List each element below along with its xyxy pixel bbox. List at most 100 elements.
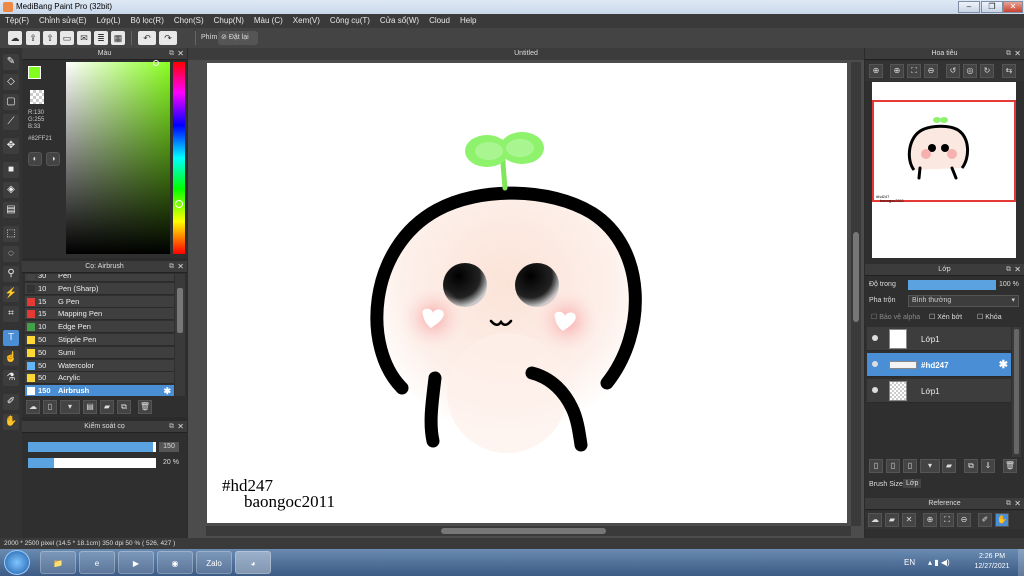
cloud-icon[interactable]: ☁ xyxy=(8,31,22,45)
brush-item[interactable]: 50 Acrylic xyxy=(25,372,174,385)
protect-alpha-checkbox[interactable]: ☐ Bảo vệ alpha xyxy=(871,313,920,321)
reset-button[interactable]: ⊘ Đặt lại xyxy=(218,31,258,45)
zoom-out-icon[interactable]: ⊖ xyxy=(957,513,971,527)
zoom-in2-icon[interactable]: ⊕ xyxy=(890,64,904,78)
move-tool-icon[interactable]: ✥ xyxy=(3,138,19,154)
picker-cursor[interactable] xyxy=(153,60,159,66)
gear-icon[interactable]: ✱ xyxy=(999,358,1008,371)
menu-file[interactable]: Tệp(F) xyxy=(0,14,34,25)
layer-row[interactable]: Lớp1 xyxy=(867,327,1011,351)
browser-taskbar-icon[interactable]: ◉ xyxy=(157,551,193,574)
hand-tool-icon[interactable]: ✋ xyxy=(995,513,1009,527)
delete-layer-icon[interactable]: 🗑 xyxy=(1003,459,1017,473)
dropper-icon[interactable]: ⚗ xyxy=(3,370,19,386)
select-rect-icon[interactable]: ▢ xyxy=(3,94,19,110)
navigator-preview[interactable]: #hd247 baongoc2011 xyxy=(872,82,1016,258)
eyedropper-icon[interactable]: ✐ xyxy=(3,394,19,410)
visibility-eye-icon[interactable] xyxy=(872,335,878,341)
blend-mode-select[interactable]: Bình thường ▾ xyxy=(908,295,1019,307)
cloud-reference-icon[interactable]: ☁ xyxy=(868,513,882,527)
eyedropper-icon[interactable]: ✐ xyxy=(978,513,992,527)
menu-select[interactable]: Chọn(S) xyxy=(169,14,209,25)
menu-color[interactable]: Màu (C) xyxy=(249,14,288,25)
menu-tools[interactable]: Công cụ(T) xyxy=(325,14,375,25)
popout-icon[interactable]: ⧉ xyxy=(169,261,174,273)
clock-date[interactable]: 12/27/2021 xyxy=(968,563,1016,570)
brush-opacity-slider[interactable] xyxy=(28,458,156,468)
brush-size-value[interactable]: 150 xyxy=(159,442,179,452)
medibang-taskbar-icon[interactable]: ◕ xyxy=(235,551,271,574)
popout-icon[interactable]: ⧉ xyxy=(1006,48,1011,60)
comment-icon[interactable]: ▭ xyxy=(60,31,74,45)
layer-folder-icon[interactable]: ▰ xyxy=(942,459,956,473)
layer-list-scrollbar[interactable] xyxy=(1012,327,1021,457)
share-icon[interactable]: ⇧ xyxy=(43,31,57,45)
zalo-taskbar-icon[interactable]: Zalo xyxy=(196,551,232,574)
popout-icon[interactable]: ⧉ xyxy=(169,421,174,433)
brush-list-scrollbar[interactable] xyxy=(175,274,185,396)
foreground-color-swatch[interactable] xyxy=(28,66,41,79)
popout-icon[interactable]: ⧉ xyxy=(1006,498,1011,510)
menu-help[interactable]: Help xyxy=(455,14,481,25)
close-icon[interactable]: ✕ xyxy=(1014,48,1021,60)
new-layer-icon[interactable]: ▯ xyxy=(869,459,883,473)
popout-icon[interactable]: ⧉ xyxy=(1006,264,1011,276)
gradient-icon[interactable]: ▤ xyxy=(3,202,19,218)
brush-item[interactable]: 10 Pen (Sharp) xyxy=(25,282,174,295)
brush-item[interactable]: 50 Stipple Pen xyxy=(25,334,174,346)
crop-icon[interactable]: ⌗ xyxy=(3,306,19,322)
show-desktop-button[interactable] xyxy=(1018,549,1024,576)
brush-item[interactable]: 15 G Pen xyxy=(25,295,174,308)
menu-window[interactable]: Cửa sổ(W) xyxy=(375,14,424,25)
list-icon[interactable]: ≣ xyxy=(94,31,108,45)
zoom-out-icon[interactable]: ⊖ xyxy=(924,64,938,78)
ie-taskbar-icon[interactable]: e xyxy=(79,551,115,574)
brush-item[interactable]: 50 Watercolor xyxy=(25,359,174,372)
popout-icon[interactable]: ⧉ xyxy=(169,48,174,60)
new-brush-icon[interactable]: ▯ xyxy=(43,400,57,414)
text-tool-icon[interactable]: T xyxy=(3,330,19,346)
close-window-button[interactable]: ✕ xyxy=(1003,1,1023,13)
minimize-button[interactable]: – xyxy=(958,1,980,13)
magic-wand-icon[interactable]: ⟋ xyxy=(3,114,19,130)
maximize-button[interactable]: ❐ xyxy=(981,1,1003,13)
tray-icons[interactable]: ▴ ▮ ◀) xyxy=(928,558,950,567)
menu-edit[interactable]: Chỉnh sửa(E) xyxy=(34,14,92,25)
visibility-eye-icon[interactable] xyxy=(872,361,878,367)
zoom-in-icon[interactable]: ⊕ xyxy=(869,64,883,78)
close-icon[interactable]: ✕ xyxy=(177,261,184,273)
chat-icon[interactable]: ✉ xyxy=(77,31,91,45)
brush-item[interactable]: 10 Edge Pen xyxy=(25,321,174,334)
visibility-eye-icon[interactable] xyxy=(872,387,878,393)
canvas-tab[interactable]: Untitled xyxy=(188,48,864,60)
vertical-scrollbar[interactable] xyxy=(851,62,861,526)
close-icon[interactable]: ✕ xyxy=(177,48,184,60)
layer-opacity-slider[interactable] xyxy=(908,280,996,290)
rotate-left-icon[interactable]: ↺ xyxy=(946,64,960,78)
hand-tool-icon[interactable]: ✋ xyxy=(3,414,19,430)
duplicate-brush-icon[interactable]: ⧉ xyxy=(117,400,131,414)
rotate-right-icon[interactable]: ↻ xyxy=(980,64,994,78)
layer-row[interactable]: Lớp1 xyxy=(867,379,1011,403)
brush-size-slider[interactable] xyxy=(28,442,156,452)
flip-icon[interactable]: ⇆ xyxy=(1002,64,1016,78)
brush-menu-icon[interactable]: ▾ xyxy=(60,400,80,414)
transparent-swatch[interactable] xyxy=(30,90,44,104)
gear-icon[interactable]: ✱ xyxy=(163,385,171,396)
duplicate-layer-icon[interactable]: ⧉ xyxy=(964,459,978,473)
menu-layer[interactable]: Lớp(L) xyxy=(92,14,126,25)
select-icon[interactable]: ⬚ xyxy=(3,226,19,242)
menu-view[interactable]: Xem(V) xyxy=(288,14,325,25)
operation-icon[interactable]: ☝ xyxy=(3,350,19,366)
lasso-icon[interactable]: ◌ xyxy=(3,246,19,262)
lock-checkbox[interactable]: ☐ Khóa xyxy=(977,313,1002,321)
bucket-icon[interactable]: ◈ xyxy=(3,182,19,198)
undo-icon[interactable]: ↶ xyxy=(138,31,156,45)
color-wheel-icon[interactable]: ◑ xyxy=(46,152,60,166)
redo-icon[interactable]: ↷ xyxy=(159,31,177,45)
layer-row-selected[interactable]: #hd247 ✱ xyxy=(867,353,1011,377)
close-reference-icon[interactable]: ✕ xyxy=(902,513,916,527)
delete-brush-icon[interactable]: 🗑 xyxy=(138,400,152,414)
saturation-value-picker[interactable] xyxy=(66,62,170,254)
media-taskbar-icon[interactable]: ▶ xyxy=(118,551,154,574)
